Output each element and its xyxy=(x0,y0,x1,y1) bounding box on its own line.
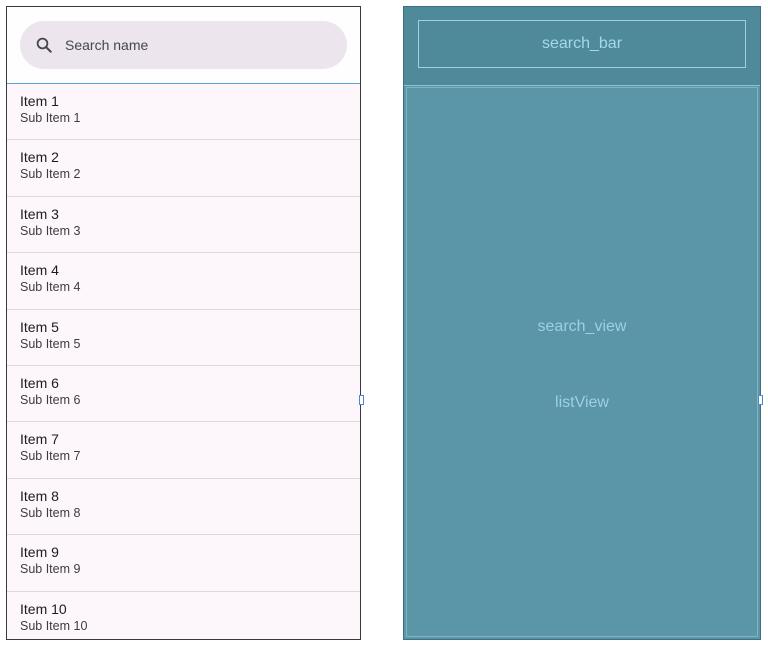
list-item[interactable]: Item 5 Sub Item 5 xyxy=(7,310,360,366)
list-item-title: Item 2 xyxy=(20,149,59,166)
list-item-subtitle: Sub Item 3 xyxy=(20,223,81,238)
list-item-title: Item 6 xyxy=(20,374,59,391)
search-icon xyxy=(36,37,52,53)
list-item-subtitle: Sub Item 10 xyxy=(20,618,88,633)
design-preview-pane: Search name Item 1 Sub Item 1 Item 2 Sub… xyxy=(6,6,361,640)
blueprint-list-view-label: listView xyxy=(555,394,609,411)
list-item-subtitle: Sub Item 6 xyxy=(20,392,81,407)
list-item-title: Item 8 xyxy=(20,487,59,504)
list-item-subtitle: Sub Item 8 xyxy=(20,505,81,520)
blueprint-search-view-label: search_view xyxy=(537,318,627,335)
resize-handle-design[interactable] xyxy=(359,395,364,405)
list-item-subtitle: Sub Item 5 xyxy=(20,336,81,351)
list-item[interactable]: Item 8 Sub Item 8 xyxy=(7,479,360,536)
list-view[interactable]: Item 1 Sub Item 1 Item 2 Sub Item 2 Item… xyxy=(7,84,360,639)
list-item-title: Item 4 xyxy=(20,262,59,279)
list-item-subtitle: Sub Item 2 xyxy=(20,167,81,182)
resize-handle-blueprint[interactable] xyxy=(758,395,763,405)
search-placeholder: Search name xyxy=(65,37,149,53)
search-input[interactable]: Search name xyxy=(20,21,347,69)
list-item[interactable]: Item 2 Sub Item 2 xyxy=(7,140,360,197)
list-item-title: Item 7 xyxy=(20,431,59,448)
list-item-subtitle: Sub Item 1 xyxy=(20,111,81,125)
list-item-subtitle: Sub Item 7 xyxy=(20,449,81,464)
list-item-title: Item 9 xyxy=(20,544,59,561)
list-item[interactable]: Item 3 Sub Item 3 xyxy=(7,197,360,254)
search-bar: Search name xyxy=(7,7,360,84)
blueprint-search-bar-label: search_bar xyxy=(418,20,746,68)
list-item-title: Item 1 xyxy=(20,93,59,109)
blueprint-search-bar[interactable]: search_bar xyxy=(404,7,760,86)
list-item-subtitle: Sub Item 9 xyxy=(20,562,81,577)
list-item[interactable]: Item 6 Sub Item 6 xyxy=(7,366,360,423)
list-item-title: Item 5 xyxy=(20,318,59,335)
list-item-subtitle: Sub Item 4 xyxy=(20,280,81,295)
list-item[interactable]: Item 1 Sub Item 1 xyxy=(7,84,360,141)
list-item[interactable]: Item 7 Sub Item 7 xyxy=(7,422,360,479)
list-item[interactable]: Item 4 Sub Item 4 xyxy=(7,253,360,310)
list-item-title: Item 3 xyxy=(20,205,59,222)
blueprint-pane: search_bar search_view listView xyxy=(403,6,761,640)
list-item[interactable]: Item 9 Sub Item 9 xyxy=(7,535,360,592)
blueprint-search-view[interactable]: search_view listView xyxy=(406,87,758,637)
list-item-title: Item 10 xyxy=(20,600,67,617)
list-item[interactable]: Item 10 Sub Item 10 xyxy=(7,592,360,639)
